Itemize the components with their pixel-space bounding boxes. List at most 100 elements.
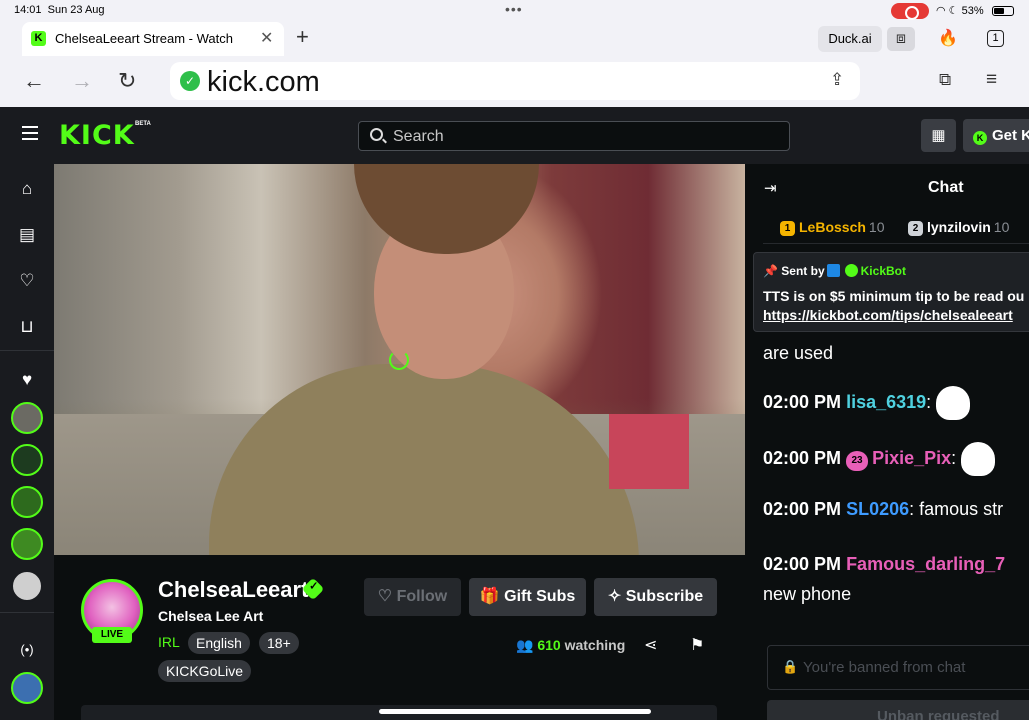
viewers-icon: 👥 xyxy=(516,637,534,653)
pinned-link[interactable]: https://kickbot.com/tips/chelsealeeart xyxy=(763,307,1013,323)
site-header: KICK BETA Search ▦ K Get K xyxy=(0,107,1029,164)
collapse-chat-icon[interactable]: ⇥ xyxy=(764,179,777,197)
reload-icon[interactable]: ↻ xyxy=(118,68,136,94)
chat-header: ⇥ Chat xyxy=(745,164,1029,212)
kick-logo[interactable]: KICK xyxy=(59,120,135,151)
hamburger-icon[interactable] xyxy=(22,126,38,140)
menu-icon[interactable]: ≡ xyxy=(986,69,997,91)
left-sidebar: ⌂ ▤ ♡ ⊔ ♥ (•) xyxy=(0,164,54,720)
report-icon[interactable]: ⚑ xyxy=(690,635,704,655)
verified-bot-icon xyxy=(844,264,858,277)
star-icon: ✧ xyxy=(607,588,622,605)
chat-username[interactable]: lisa_6319 xyxy=(846,392,926,412)
pinned-text: TTS is on $5 minimum tip to be read ou xyxy=(763,288,1025,304)
share-icon[interactable]: ⇪ xyxy=(830,70,844,90)
kick-coin-icon: K xyxy=(973,131,987,145)
home-indicator[interactable] xyxy=(379,709,651,714)
leaderboard-entry[interactable]: 1 LeBossch 10 xyxy=(780,219,885,236)
unban-request-button[interactable]: Unban requested xyxy=(767,700,1029,720)
video-frame xyxy=(209,364,639,555)
tab-count-icon[interactable]: 1 xyxy=(987,30,1004,47)
video-player[interactable] xyxy=(54,164,745,555)
emote-icon xyxy=(936,386,971,420)
heart-icon: ♡ xyxy=(377,588,393,605)
followed-channel-avatar[interactable] xyxy=(11,486,43,518)
gift-leaderboard: 1 LeBossch 10 2 lynzilovin 10 xyxy=(763,214,1029,244)
channel-name[interactable]: ChelseaLeeart xyxy=(158,577,308,603)
chat-username[interactable]: SL0206 xyxy=(846,499,909,519)
status-time: 14:01 Sun 23 Aug xyxy=(14,4,105,16)
video-frame xyxy=(609,414,689,489)
tab-title: ChelseaLeeart Stream - Watch xyxy=(55,31,233,46)
rail-divider xyxy=(0,350,54,351)
chat-input-placeholder: You're banned from chat xyxy=(803,659,966,676)
secure-shield-icon: ✓ xyxy=(180,71,200,91)
rank-badge: 1 xyxy=(780,221,795,236)
loading-spinner-icon xyxy=(389,350,409,370)
tag-chip[interactable]: 18+ xyxy=(259,632,299,654)
chat-panel: ⇥ Chat 1 LeBossch 10 2 lynzilovin 10 📌 Sent … xyxy=(745,164,1029,720)
browser-toolbar: ← → ↻ ✓ kick.com ⇪ ⧉ ≡ xyxy=(0,56,1029,107)
screen-recording-icon xyxy=(891,3,929,20)
get-kick-button[interactable]: K Get K xyxy=(963,119,1029,152)
recommended-channel-avatar[interactable] xyxy=(11,672,43,704)
duck-ai-button[interactable]: Duck.ai xyxy=(818,26,882,52)
home-icon[interactable]: ⌂ xyxy=(17,179,37,199)
live-broadcast-icon: (•) xyxy=(20,642,34,657)
new-tab-icon[interactable]: + xyxy=(296,24,309,50)
fire-icon[interactable]: 🔥 xyxy=(934,27,962,51)
clips-icon[interactable]: ⊔ xyxy=(17,317,37,337)
leaderboard-entry[interactable]: 2 lynzilovin 10 xyxy=(908,219,1009,236)
chat-username[interactable]: Famous_darling_7 xyxy=(846,554,1005,574)
live-badge: LIVE xyxy=(92,627,132,643)
tag-chip[interactable]: English xyxy=(188,632,250,654)
forward-icon[interactable]: → xyxy=(71,68,93,94)
following-heart-icon[interactable]: ♡ xyxy=(17,271,37,291)
chat-username[interactable]: Pixie_Pix xyxy=(872,448,951,468)
category-link[interactable]: IRL xyxy=(158,634,180,650)
kick-favicon-icon: K xyxy=(31,31,46,46)
rank-badge: 2 xyxy=(908,221,923,236)
followed-channel-avatar[interactable] xyxy=(11,570,43,602)
chat-message-continuation: new phone xyxy=(763,584,852,604)
followed-channel-avatar[interactable] xyxy=(11,528,43,560)
subscribe-button[interactable]: ✧ Subscribe xyxy=(594,578,717,616)
chat-input[interactable]: 🔒 You're banned from chat xyxy=(767,645,1029,690)
search-input[interactable]: Search xyxy=(358,121,790,151)
chat-title: Chat xyxy=(928,179,964,196)
viewer-count: 👥 610 watching xyxy=(516,637,626,653)
multitasking-dots-icon[interactable]: ••• xyxy=(505,1,523,17)
url-text: kick.com xyxy=(207,66,320,98)
search-icon xyxy=(370,128,383,141)
address-bar[interactable]: ✓ kick.com ⇪ xyxy=(170,62,860,100)
share-channel-icon[interactable]: ⋖ xyxy=(644,635,657,655)
gift-icon: 🎁 xyxy=(479,588,500,605)
status-bar: 14:01 Sun 23 Aug ••• ◠ ☾ 53% xyxy=(0,0,1029,22)
pin-icon: 📌 xyxy=(763,264,778,278)
rail-divider xyxy=(0,612,54,613)
tabs-overview-icon[interactable]: ⧉ xyxy=(939,70,951,90)
chat-message: 02:00 PM Famous_darling_7 xyxy=(763,554,1006,574)
followed-channel-avatar[interactable] xyxy=(11,444,43,476)
gift-subs-button[interactable]: 🎁 Gift Subs xyxy=(469,578,586,616)
close-tab-icon[interactable]: ✕ xyxy=(260,28,273,48)
chat-message-fragment: are used xyxy=(763,343,834,363)
battery-icon xyxy=(992,6,1014,16)
pinned-message[interactable]: 📌 Sent by KickBot TTS is on $5 minimum ti… xyxy=(753,252,1029,332)
browse-rail-icon[interactable]: ▤ xyxy=(17,225,37,245)
lock-icon: 🔒 xyxy=(782,659,799,674)
follow-button[interactable]: ♡ Follow xyxy=(364,578,461,616)
ai-chat-icon[interactable]: ⧈ xyxy=(887,27,915,51)
browser-tab-bar: K ChelseaLeeart Stream - Watch ✕ + Duck.… xyxy=(0,22,1029,56)
browse-icon[interactable]: ▦ xyxy=(921,119,956,152)
tag-chip[interactable]: KICKGoLive xyxy=(158,660,252,682)
chat-message: 02:00 PM SL0206: famous str xyxy=(763,499,1004,519)
browser-tab[interactable]: K ChelseaLeeart Stream - Watch ✕ xyxy=(22,22,284,56)
subscriber-badge-icon: 23 xyxy=(846,450,869,471)
followed-heart-icon: ♥ xyxy=(21,370,33,389)
followed-channel-avatar[interactable] xyxy=(11,402,43,434)
back-icon[interactable]: ← xyxy=(23,68,45,94)
stream-title: Chelsea Lee Art xyxy=(158,608,264,624)
beta-label: BETA xyxy=(135,121,151,127)
pinned-header: 📌 Sent by KickBot xyxy=(763,264,906,278)
